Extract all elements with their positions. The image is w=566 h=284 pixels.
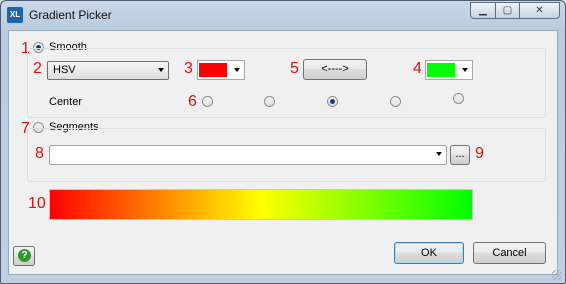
center-radio-2[interactable] [264, 96, 275, 107]
close-icon: ✕ [535, 5, 544, 16]
annotation-10: 10 [28, 195, 46, 212]
chevron-down-icon [158, 68, 164, 72]
annotation-2: 2 [33, 60, 42, 77]
resize-grip[interactable] [552, 270, 562, 280]
annotation-9: 9 [475, 145, 484, 162]
end-color-picker[interactable] [425, 60, 473, 80]
cancel-button[interactable]: Cancel [473, 242, 546, 264]
minimize-button[interactable]: ▁ [470, 2, 496, 19]
chevron-down-icon [234, 68, 240, 72]
close-button[interactable]: ✕ [519, 2, 560, 19]
start-color-swatch [199, 63, 227, 77]
maximize-button[interactable]: ▢ [495, 2, 520, 19]
help-button[interactable]: ? [13, 246, 35, 266]
end-color-swatch [427, 63, 455, 77]
gradient-preview-bar [49, 189, 473, 220]
annotation-4: 4 [413, 60, 422, 77]
chevron-down-icon [436, 152, 442, 156]
smooth-group [27, 48, 546, 118]
maximize-icon: ▢ [502, 5, 513, 16]
help-icon: ? [18, 249, 31, 262]
start-color-picker[interactable] [197, 60, 245, 80]
annotation-3: 3 [184, 60, 193, 77]
window-title: Gradient Picker [29, 8, 112, 22]
center-radio-3[interactable] [327, 96, 338, 107]
minimize-icon: ▁ [479, 5, 487, 16]
center-label: Center [49, 96, 83, 108]
annotation-5: 5 [290, 60, 299, 77]
chevron-down-icon [462, 68, 468, 72]
excel-app-icon: XL [7, 7, 23, 23]
center-radio-5[interactable] [453, 93, 464, 104]
swap-colors-button[interactable]: <----> [303, 59, 367, 80]
segments-dropdown[interactable] [49, 145, 447, 165]
color-mode-value: HSV [53, 64, 76, 76]
center-radio-1[interactable] [202, 96, 213, 107]
ok-button[interactable]: OK [394, 242, 464, 264]
title-bar[interactable]: XL Gradient Picker ▁ ▢ ✕ [1, 1, 565, 29]
color-mode-dropdown[interactable]: HSV [47, 61, 169, 80]
browse-button[interactable]: ... [450, 145, 470, 165]
annotation-6: 6 [188, 93, 197, 110]
annotation-8: 8 [35, 145, 44, 162]
gradient-picker-window: XL Gradient Picker ▁ ▢ ✕ 1 Smooth 2 HSV … [0, 0, 566, 284]
center-radio-4[interactable] [390, 96, 401, 107]
